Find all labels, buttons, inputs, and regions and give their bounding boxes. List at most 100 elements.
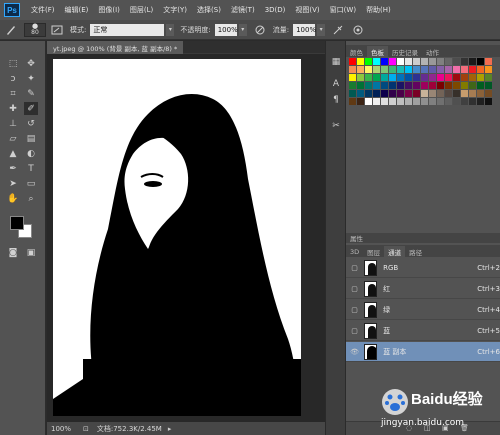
swatch[interactable] xyxy=(437,98,444,105)
swatch[interactable] xyxy=(421,66,428,73)
zoom-level[interactable]: 100% xyxy=(51,425,75,433)
swatch[interactable] xyxy=(349,66,356,73)
swatch[interactable] xyxy=(381,66,388,73)
channel-row-blue-copy[interactable]: 👁 蓝 副本 Ctrl+6 xyxy=(346,342,500,362)
menu-image[interactable]: 图像(I) xyxy=(93,5,125,15)
swatch[interactable] xyxy=(389,74,396,81)
menu-layer[interactable]: 图层(L) xyxy=(125,5,158,15)
flow-input[interactable]: 100% xyxy=(293,23,316,36)
swatch[interactable] xyxy=(477,58,484,65)
channel-row-blue[interactable]: ▢ 蓝 Ctrl+5 xyxy=(346,321,500,341)
swatch[interactable] xyxy=(453,90,460,97)
swatch[interactable] xyxy=(453,58,460,65)
foreground-color-swatch-top[interactable] xyxy=(10,216,24,230)
swatch[interactable] xyxy=(469,98,476,105)
swatch[interactable] xyxy=(453,74,460,81)
lasso-tool-icon[interactable]: ↄ xyxy=(6,72,20,85)
brush-panel-toggle-icon[interactable] xyxy=(50,23,64,37)
swatch[interactable] xyxy=(429,82,436,89)
swatch[interactable] xyxy=(405,74,412,81)
healing-brush-icon[interactable]: ✚ xyxy=(6,102,20,115)
swatch[interactable] xyxy=(405,66,412,73)
swatch[interactable] xyxy=(389,82,396,89)
crop-tool-icon[interactable]: ⌗ xyxy=(6,87,20,100)
status-options-icon[interactable]: ⊡ xyxy=(83,425,89,433)
swatch[interactable] xyxy=(453,98,460,105)
swatch[interactable] xyxy=(461,82,468,89)
tab-channels[interactable]: 通道 xyxy=(384,246,406,257)
swatch[interactable] xyxy=(445,74,452,81)
swatch[interactable] xyxy=(461,90,468,97)
swatch[interactable] xyxy=(365,90,372,97)
document-tab[interactable]: yt.jpeg @ 100% (背景 副本, 蓝 副本/8) * xyxy=(47,41,184,54)
swatch[interactable] xyxy=(357,90,364,97)
swatch[interactable] xyxy=(405,98,412,105)
screen-mode-icon[interactable]: ▣ xyxy=(24,246,38,259)
path-selection-icon[interactable]: ➤ xyxy=(6,177,20,190)
swatch[interactable] xyxy=(365,98,372,105)
swatch[interactable] xyxy=(357,74,364,81)
tab-actions[interactable]: 动作 xyxy=(422,46,443,57)
swatch[interactable] xyxy=(349,82,356,89)
swatch[interactable] xyxy=(405,82,412,89)
swatch[interactable] xyxy=(461,74,468,81)
swatch[interactable] xyxy=(373,98,380,105)
tab-history[interactable]: 历史记录 xyxy=(388,46,422,57)
eye-icon[interactable]: 👁 xyxy=(350,347,359,357)
swatch[interactable] xyxy=(461,58,468,65)
swatch[interactable] xyxy=(445,66,452,73)
swatch[interactable] xyxy=(373,66,380,73)
swatch[interactable] xyxy=(485,90,492,97)
swatch[interactable] xyxy=(437,58,444,65)
menu-file[interactable]: 文件(F) xyxy=(26,5,60,15)
tab-paths[interactable]: 路径 xyxy=(405,246,426,257)
tab-color[interactable]: 颜色 xyxy=(346,46,367,57)
swatch[interactable] xyxy=(389,58,396,65)
visibility-toggle-icon[interactable]: ▢ xyxy=(350,305,359,315)
document-canvas[interactable] xyxy=(53,59,301,416)
swatch[interactable] xyxy=(389,66,396,73)
swatch[interactable] xyxy=(413,58,420,65)
tab-layers[interactable]: 图层 xyxy=(363,246,384,257)
mode-dropdown-icon[interactable]: ▾ xyxy=(166,23,175,36)
tab-3d[interactable]: 3D xyxy=(346,246,363,257)
swatch[interactable] xyxy=(469,90,476,97)
shape-tool-icon[interactable]: ▭ xyxy=(24,177,38,190)
zoom-tool-icon[interactable]: ⌕ xyxy=(24,192,38,205)
blur-tool-icon[interactable]: ▲ xyxy=(6,147,20,160)
swatch[interactable] xyxy=(477,90,484,97)
swatch[interactable] xyxy=(397,58,404,65)
swatch[interactable] xyxy=(485,58,492,65)
menu-edit[interactable]: 编辑(E) xyxy=(60,5,94,15)
swatch[interactable] xyxy=(349,58,356,65)
menu-view[interactable]: 视图(V) xyxy=(290,5,324,15)
swatch[interactable] xyxy=(421,74,428,81)
clone-stamp-icon[interactable]: ⊥ xyxy=(6,117,20,130)
swatch[interactable] xyxy=(421,82,428,89)
swatch[interactable] xyxy=(469,58,476,65)
swatch[interactable] xyxy=(397,98,404,105)
swatch[interactable] xyxy=(349,98,356,105)
swatch[interactable] xyxy=(477,74,484,81)
swatch[interactable] xyxy=(445,98,452,105)
pressure-size-icon[interactable] xyxy=(351,23,365,37)
swatch[interactable] xyxy=(429,66,436,73)
tab-swatches[interactable]: 色板 xyxy=(367,46,388,57)
swatch[interactable] xyxy=(381,90,388,97)
history-brush-icon[interactable]: ↺ xyxy=(24,117,38,130)
opacity-input[interactable]: 100% xyxy=(214,23,238,36)
swatch[interactable] xyxy=(469,74,476,81)
swatch[interactable] xyxy=(413,98,420,105)
swatch[interactable] xyxy=(389,90,396,97)
dodge-tool-icon[interactable]: ◐ xyxy=(24,147,38,160)
menu-help[interactable]: 帮助(H) xyxy=(361,5,396,15)
menu-3d[interactable]: 3D(D) xyxy=(260,6,291,14)
swatch[interactable] xyxy=(357,66,364,73)
swatch[interactable] xyxy=(381,98,388,105)
swatch[interactable] xyxy=(485,74,492,81)
swatch[interactable] xyxy=(429,74,436,81)
swatch[interactable] xyxy=(421,98,428,105)
eraser-tool-icon[interactable]: ▱ xyxy=(6,132,20,145)
swatch[interactable] xyxy=(477,82,484,89)
swatch[interactable] xyxy=(413,74,420,81)
